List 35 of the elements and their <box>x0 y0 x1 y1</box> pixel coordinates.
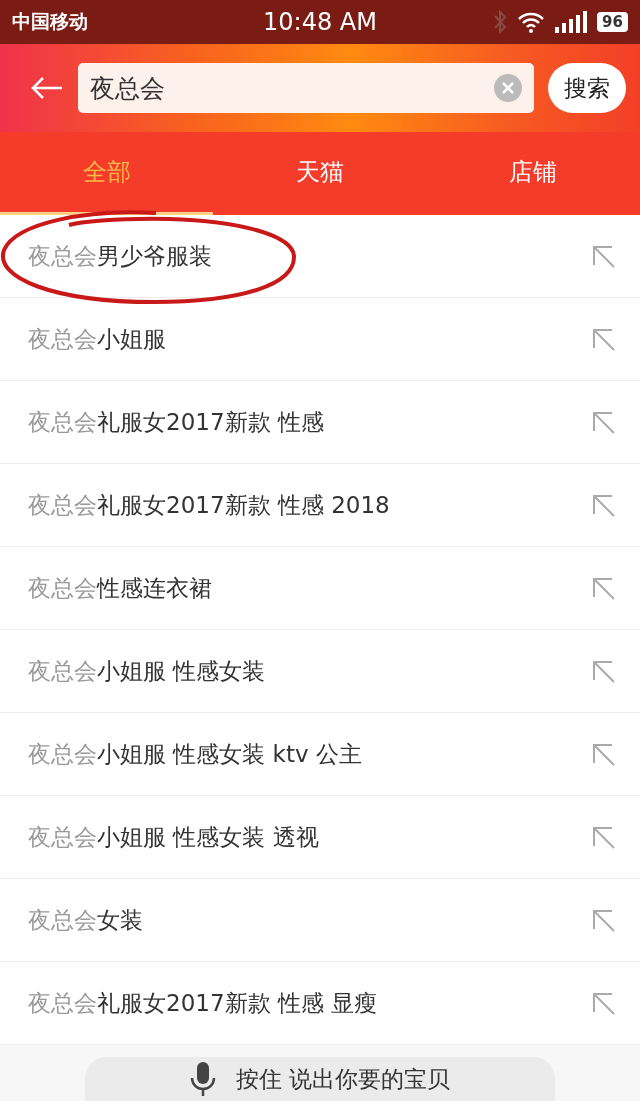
fill-arrow-icon[interactable] <box>590 575 616 601</box>
fill-arrow-icon[interactable] <box>590 824 616 850</box>
search-button[interactable]: 搜索 <box>548 63 626 113</box>
fill-arrow-icon[interactable] <box>590 326 616 352</box>
suggestion-text: 夜总会小姐服 性感女装 透视 <box>28 822 320 852</box>
suggestion-text: 夜总会小姐服 性感女装 <box>28 656 267 686</box>
suggestion-text: 夜总会男少爷服装 <box>28 241 213 271</box>
fill-arrow-icon[interactable] <box>590 658 616 684</box>
battery-level: 96 <box>597 12 628 32</box>
suggestion-text: 夜总会小姐服 性感女装 ktv 公主 <box>28 739 363 769</box>
back-arrow-icon[interactable] <box>30 76 64 100</box>
fill-arrow-icon[interactable] <box>590 990 616 1016</box>
tab[interactable]: 店铺 <box>426 132 640 215</box>
suggestion-text: 夜总会礼服女2017新款 性感 显瘦 <box>28 988 379 1018</box>
search-field[interactable]: 夜总会 <box>78 63 534 113</box>
fill-arrow-icon[interactable] <box>590 409 616 435</box>
voice-search-bar[interactable]: 按住 说出你要的宝贝 <box>85 1057 555 1101</box>
fill-arrow-icon[interactable] <box>590 492 616 518</box>
suggestion-text: 夜总会女装 <box>28 905 144 935</box>
suggestion-text: 夜总会礼服女2017新款 性感 2018 <box>28 490 391 520</box>
status-time: 10:48 AM <box>262 8 378 36</box>
fill-arrow-icon[interactable] <box>590 741 616 767</box>
wifi-icon <box>517 11 546 33</box>
suggestion-text: 夜总会礼服女2017新款 性感 <box>28 407 325 437</box>
suggestion-text: 夜总会小姐服 <box>28 324 167 354</box>
microphone-icon <box>189 1062 216 1096</box>
suggestion-text: 夜总会性感连衣裙 <box>28 573 213 603</box>
signal-icon <box>555 11 588 33</box>
bluetooth-icon <box>493 10 508 34</box>
tab[interactable]: 天猫 <box>213 132 427 215</box>
voice-hint: 按住 说出你要的宝贝 <box>235 1064 451 1094</box>
clear-icon[interactable] <box>494 74 522 102</box>
fill-arrow-icon[interactable] <box>590 243 616 269</box>
fill-arrow-icon[interactable] <box>590 907 616 933</box>
carrier-name: 中国移动 <box>12 9 89 34</box>
